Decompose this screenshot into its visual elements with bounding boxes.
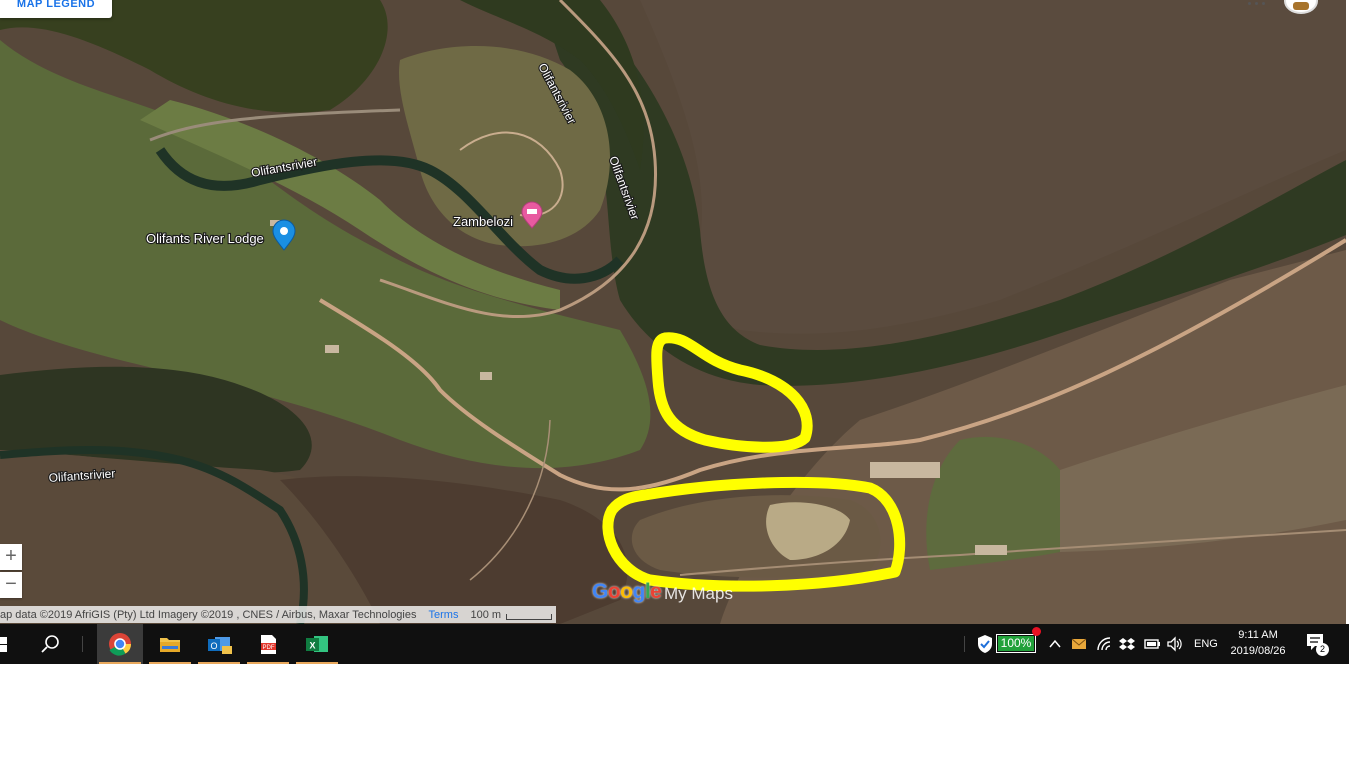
search-button[interactable]	[28, 624, 74, 664]
zambelozi-label[interactable]: Zambelozi	[452, 213, 514, 230]
logo-letter: o	[620, 580, 633, 603]
clock-date: 2019/08/26	[1230, 645, 1286, 657]
my-maps-label: My Maps	[664, 584, 733, 603]
map-attribution: ap data ©2019 AfriGIS (Pty) Ltd Imagery …	[0, 606, 557, 623]
mail-icon[interactable]	[1071, 638, 1087, 650]
outlook-icon: O	[208, 637, 232, 654]
map-legend-button[interactable]: MAP LEGEND	[0, 0, 112, 18]
google-logo: Google	[592, 580, 662, 604]
battery-alert-dot	[1032, 627, 1041, 636]
screen: Olifantsrivier Olifantsrivier Olifantsri…	[0, 0, 1346, 664]
clock-time: 9:11 AM	[1238, 629, 1278, 641]
chrome-taskbar-button[interactable]	[97, 624, 143, 664]
shield-icon[interactable]	[975, 633, 995, 655]
taskbar-edge	[1346, 624, 1349, 664]
pdf-icon: PDF	[261, 635, 276, 654]
taskbar-divider	[82, 636, 83, 652]
language-indicator[interactable]: ENG	[1194, 638, 1218, 650]
windows-logo-icon	[0, 637, 7, 652]
scale-bar	[506, 613, 553, 620]
battery-indicator[interactable]: 100%	[996, 627, 1041, 653]
start-button[interactable]	[0, 624, 12, 664]
excel-icon: X	[306, 636, 328, 652]
file-explorer-button[interactable]	[147, 624, 193, 664]
clock[interactable]: 9:11 AM 2019/08/26	[1220, 627, 1296, 659]
search-icon	[41, 635, 59, 653]
scale-label: 100 m	[470, 608, 502, 621]
logo-letter: g	[632, 580, 646, 603]
svg-text:O: O	[210, 641, 217, 651]
zoom-in-button[interactable]: +	[0, 544, 22, 570]
notification-badge: 2	[1316, 643, 1329, 656]
chrome-icon	[109, 633, 131, 656]
outlook-button[interactable]: O	[196, 624, 242, 664]
action-center-button[interactable]: 2	[1306, 633, 1329, 656]
svg-text:X: X	[309, 641, 315, 651]
excel-button[interactable]: X	[294, 624, 340, 664]
satellite-map[interactable]: Olifantsrivier Olifantsrivier Olifantsri…	[0, 0, 1346, 624]
pdf-reader-button[interactable]: PDF	[245, 624, 291, 664]
svg-text:PDF: PDF	[263, 645, 275, 651]
apps-grid-icon[interactable]	[1248, 0, 1268, 6]
attribution-text: ap data ©2019 AfriGIS (Pty) Ltd Imagery …	[0, 608, 417, 621]
chevron-up-icon[interactable]	[1048, 637, 1062, 651]
wifi-icon[interactable]	[1096, 636, 1112, 652]
logo-letter: G	[592, 580, 608, 603]
speaker-icon[interactable]	[1166, 636, 1184, 652]
folder-icon	[160, 638, 180, 652]
logo-letter: e	[650, 580, 662, 603]
battery-icon[interactable]	[1143, 637, 1161, 651]
terms-link[interactable]: Terms	[429, 609, 459, 621]
battery-percent: 100%	[1000, 636, 1032, 650]
page-right-edge	[1346, 0, 1366, 664]
logo-letter: o	[607, 580, 621, 603]
zoom-out-button[interactable]: −	[0, 572, 22, 598]
tray-divider	[964, 636, 965, 652]
dropbox-icon[interactable]	[1119, 636, 1135, 652]
lodge-label[interactable]: Olifants River Lodge	[145, 230, 265, 247]
